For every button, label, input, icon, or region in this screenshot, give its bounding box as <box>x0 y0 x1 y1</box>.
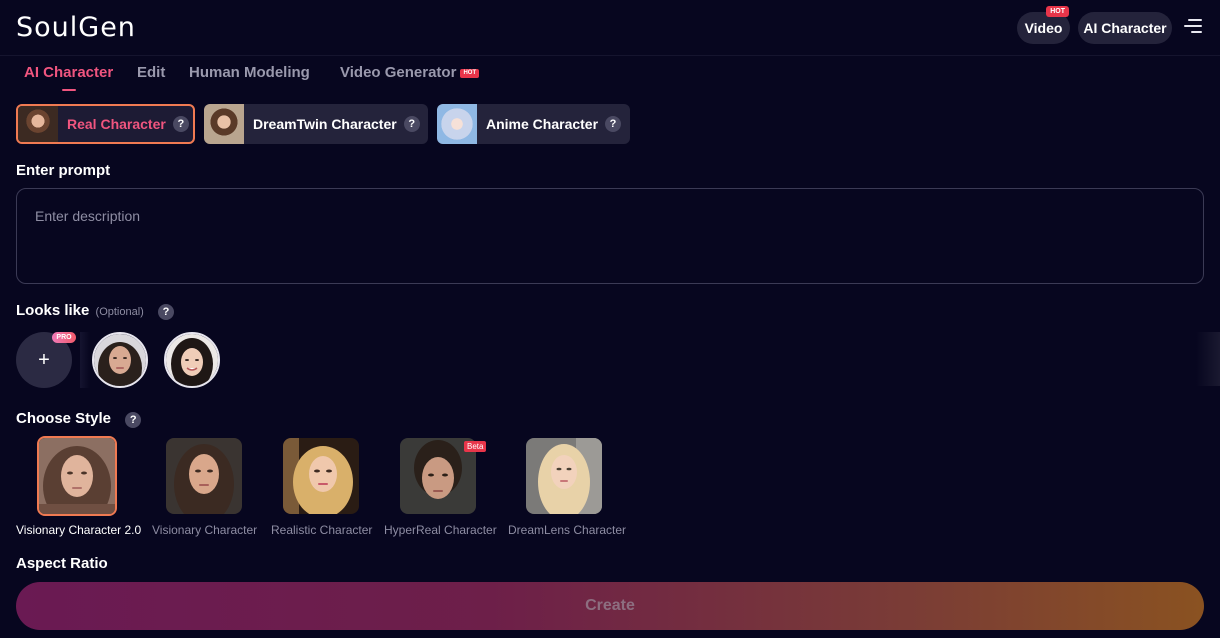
face-avatar-image <box>94 334 146 386</box>
aspect-ratio-label: Aspect Ratio <box>16 555 108 572</box>
style-name: Visionary Character <box>152 523 258 537</box>
prompt-textarea[interactable] <box>17 189 1203 283</box>
face-option[interactable] <box>92 332 148 388</box>
looks-like-label: Looks like <box>16 302 90 319</box>
help-icon[interactable]: ? <box>158 304 174 320</box>
tab-video-generator[interactable]: Video Generator HOT <box>340 64 480 81</box>
style-thumbnail <box>526 438 602 514</box>
soulgen-logo[interactable]: SoulGen <box>16 12 136 43</box>
faces-divider <box>80 332 90 388</box>
style-thumbnail <box>37 436 117 516</box>
tab-edit[interactable]: Edit <box>137 64 165 81</box>
anime-character-option[interactable]: Anime Character ? <box>437 104 630 144</box>
top-header: SoulGen Video HOT AI Character <box>0 0 1220 56</box>
hamburger-menu-icon[interactable] <box>1184 19 1202 37</box>
choose-style-label: Choose Style <box>16 410 112 427</box>
ai-character-button[interactable]: AI Character <box>1078 12 1172 44</box>
dreamtwin-character-thumbnail <box>204 104 244 144</box>
choose-style-heading: Choose Style ? <box>16 410 142 428</box>
style-name: HyperReal Character <box>384 523 497 537</box>
face-avatar-image <box>166 334 218 386</box>
create-button-label: Create <box>585 597 635 614</box>
tab-human-modeling[interactable]: Human Modeling <box>189 64 310 81</box>
pro-badge: PRO <box>52 332 76 343</box>
active-tab-indicator <box>62 89 76 91</box>
looks-like-heading: Looks like (Optional) ? <box>16 302 174 320</box>
tab-video-generator-label: Video Generator <box>340 64 457 81</box>
tab-ai-character[interactable]: AI Character <box>24 64 113 81</box>
help-icon[interactable]: ? <box>125 412 142 428</box>
anime-character-label: Anime Character <box>486 116 599 132</box>
anime-character-thumbnail <box>437 104 477 144</box>
create-button[interactable]: Create <box>16 582 1204 630</box>
optional-label: (Optional) <box>95 306 144 318</box>
dreamtwin-character-label: DreamTwin Character <box>253 116 397 132</box>
face-option[interactable] <box>164 332 220 388</box>
faces-scroll-right[interactable] <box>1196 332 1220 386</box>
style-thumbnail <box>283 438 359 514</box>
enter-prompt-label: Enter prompt <box>16 162 111 179</box>
video-button-label: Video <box>1024 20 1063 36</box>
tab-hot-badge: HOT <box>460 68 480 78</box>
plus-icon: + <box>38 348 50 371</box>
style-name: DreamLens Character <box>508 523 627 537</box>
style-name: Visionary Character 2.0 <box>16 523 142 537</box>
dreamtwin-character-option[interactable]: DreamTwin Character ? <box>204 104 428 144</box>
beta-badge: Beta <box>464 441 487 452</box>
prompt-input-box <box>16 188 1204 284</box>
hot-badge: HOT <box>1046 6 1069 17</box>
help-icon[interactable]: ? <box>605 116 622 132</box>
ai-character-button-label: AI Character <box>1083 20 1167 36</box>
help-icon[interactable]: ? <box>172 116 189 132</box>
help-icon[interactable]: ? <box>403 116 420 132</box>
real-character-label: Real Character <box>67 116 166 132</box>
style-thumbnail <box>166 438 242 514</box>
style-name: Realistic Character <box>271 523 373 537</box>
real-character-option[interactable]: Real Character ? <box>16 104 195 144</box>
real-character-thumbnail <box>18 106 58 142</box>
video-button[interactable]: Video HOT <box>1017 6 1070 44</box>
